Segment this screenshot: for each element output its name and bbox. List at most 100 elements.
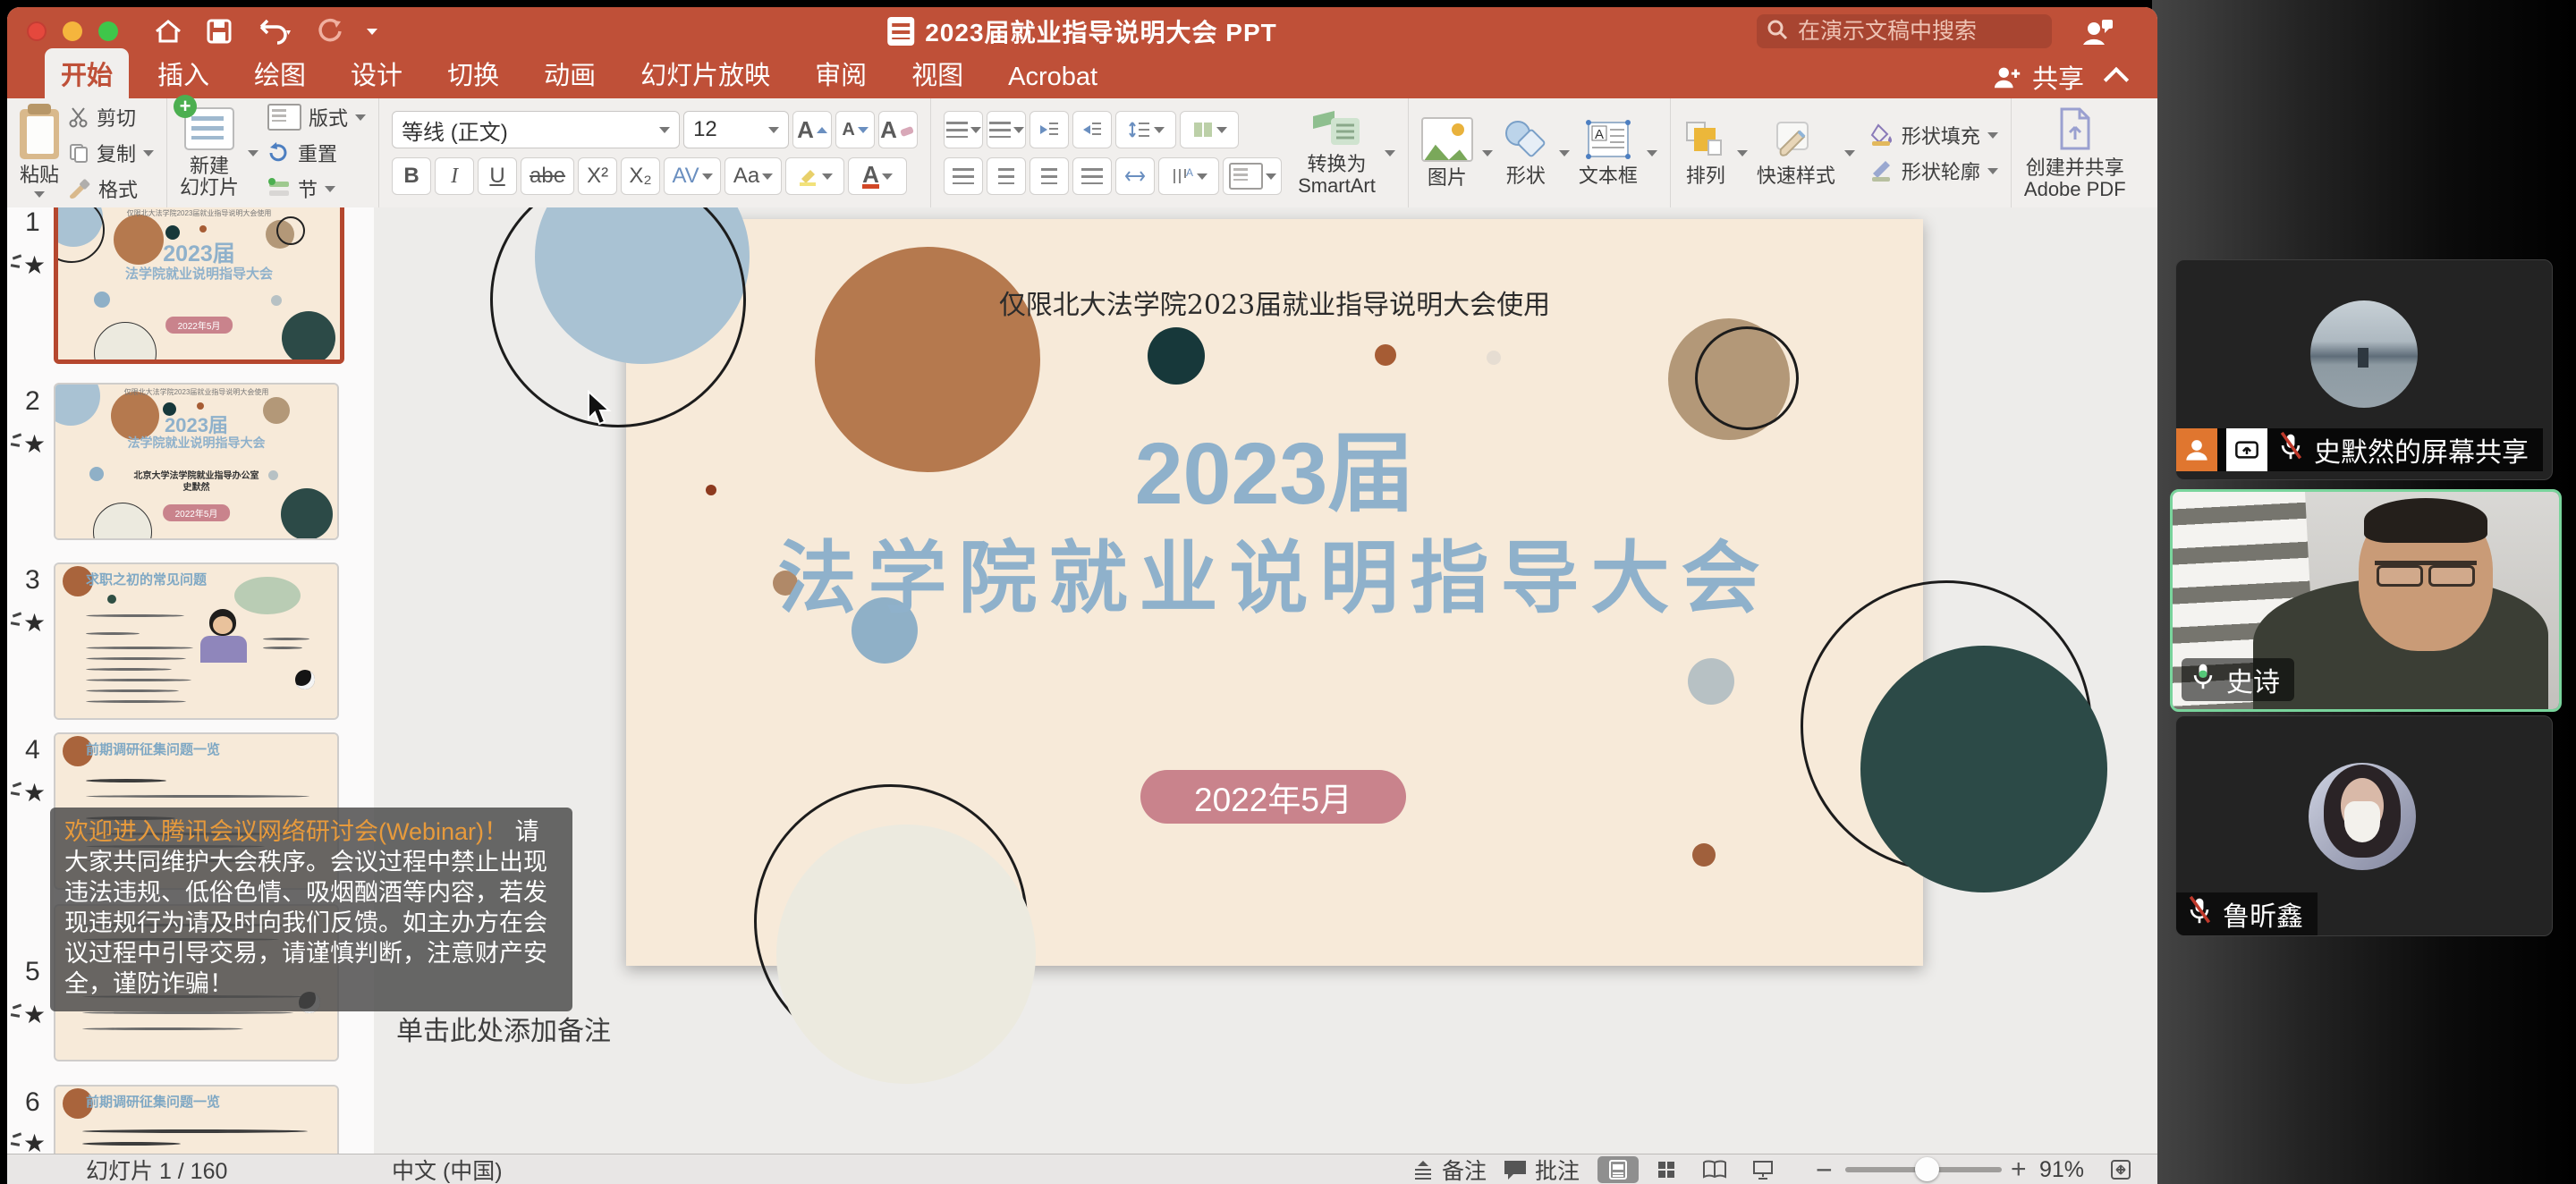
shapes-dropdown-icon[interactable] bbox=[1559, 150, 1570, 156]
textbox-dropdown-icon[interactable] bbox=[1647, 150, 1657, 156]
tab-acrobat[interactable]: Acrobat bbox=[992, 56, 1114, 98]
smartart-dropdown-icon[interactable] bbox=[1385, 150, 1395, 156]
textbox-button[interactable]: A 文本框 bbox=[1579, 119, 1638, 187]
italic-button[interactable]: I bbox=[435, 157, 474, 195]
numbering-button[interactable] bbox=[987, 111, 1026, 148]
slide-date-badge[interactable]: 2022年5月 bbox=[1140, 770, 1406, 824]
search-box[interactable] bbox=[1757, 14, 2052, 48]
slide-thumbnail-3[interactable]: 求职之初的常见问题 bbox=[54, 562, 339, 720]
section-button[interactable]: 节 bbox=[267, 174, 366, 203]
zoom-level[interactable]: 91% bbox=[2039, 1154, 2084, 1184]
tab-draw[interactable]: 绘图 bbox=[238, 48, 322, 98]
copy-dropdown-icon[interactable] bbox=[143, 150, 154, 156]
tab-design[interactable]: 设计 bbox=[335, 48, 419, 98]
reading-view-button[interactable] bbox=[1694, 1156, 1735, 1183]
line-spacing-button[interactable] bbox=[1115, 111, 1176, 148]
slide-thumbnail-2[interactable]: 仅限北大法学院2023届就业指导说明大会使用 2023届 法学院就业说明指导大会… bbox=[54, 383, 339, 540]
superscript-button[interactable]: X² bbox=[578, 157, 617, 195]
shapes-button[interactable]: 形状 bbox=[1502, 119, 1550, 187]
fit-to-window-button[interactable] bbox=[2109, 1154, 2132, 1184]
tab-transitions[interactable]: 切换 bbox=[431, 48, 515, 98]
participant-tile-sharer[interactable]: 史默然的屏幕共享 bbox=[2175, 259, 2553, 480]
underline-button[interactable]: U bbox=[478, 157, 517, 195]
shrink-font-button[interactable]: A bbox=[835, 111, 875, 148]
slide-editing-canvas[interactable]: 仅限北大法学院2023届就业指导说明大会使用 2023届 法学院就业说明指导大会… bbox=[374, 207, 2157, 1154]
quick-styles-dropdown-icon[interactable] bbox=[1844, 150, 1855, 156]
slide-title-line1[interactable]: 2023届 bbox=[626, 402, 1923, 529]
slide-title-line2[interactable]: 法学院就业说明指导大会 bbox=[626, 515, 1923, 629]
tab-slideshow[interactable]: 幻灯片放映 bbox=[624, 48, 786, 98]
zoom-out-button[interactable]: − bbox=[1816, 1154, 1833, 1184]
increase-indent-button[interactable] bbox=[1072, 111, 1112, 148]
bullets-button[interactable] bbox=[944, 111, 983, 148]
slide-thumbnail-1[interactable]: 仅限北大法学院2023届就业指导说明大会使用 2023届 法学院就业说明指导大会… bbox=[54, 207, 344, 364]
cut-button[interactable]: 剪切 bbox=[68, 103, 154, 131]
share-button[interactable]: 共享 bbox=[1993, 58, 2084, 96]
tab-animations[interactable]: 动画 bbox=[528, 48, 612, 98]
tab-review[interactable]: 审阅 bbox=[799, 48, 883, 98]
zoom-slider-track[interactable] bbox=[1845, 1167, 2002, 1172]
decrease-indent-button[interactable] bbox=[1030, 111, 1069, 148]
presence-icon[interactable] bbox=[2080, 14, 2114, 53]
align-left-button[interactable] bbox=[944, 157, 983, 195]
collapse-ribbon-icon[interactable] bbox=[2104, 67, 2129, 92]
tab-view[interactable]: 视图 bbox=[895, 48, 979, 98]
paste-button[interactable]: 粘贴 bbox=[20, 109, 59, 198]
convert-smartart-button[interactable]: 转换为SmartArt bbox=[1298, 109, 1376, 197]
participant-tile-speaker[interactable]: 史诗 bbox=[2170, 489, 2562, 712]
zoom-in-button[interactable]: + bbox=[2011, 1154, 2027, 1184]
quick-access-menu-icon[interactable] bbox=[367, 29, 377, 35]
align-right-button[interactable] bbox=[1030, 157, 1069, 195]
notes-toggle[interactable]: 备注 bbox=[1411, 1154, 1487, 1184]
comments-toggle[interactable]: 批注 bbox=[1503, 1154, 1580, 1184]
picture-button[interactable]: 图片 bbox=[1421, 117, 1473, 189]
align-text-button[interactable] bbox=[1223, 157, 1282, 195]
arrange-dropdown-icon[interactable] bbox=[1737, 150, 1748, 156]
subscript-button[interactable]: X₂ bbox=[621, 157, 660, 195]
save-icon[interactable] bbox=[206, 18, 233, 45]
distribute-button[interactable] bbox=[1115, 157, 1155, 195]
font-size-select[interactable]: 12 bbox=[683, 111, 789, 148]
font-color-button[interactable]: A bbox=[848, 157, 907, 195]
participant-tile-attendee[interactable]: 鲁昕鑫 bbox=[2175, 715, 2553, 936]
slide-sorter-view-button[interactable] bbox=[1646, 1156, 1687, 1183]
fullscreen-button[interactable] bbox=[98, 21, 118, 41]
slideshow-view-button[interactable] bbox=[1742, 1156, 1784, 1183]
undo-icon[interactable] bbox=[256, 18, 293, 45]
change-case-button[interactable]: Aa bbox=[724, 157, 782, 195]
paste-dropdown-icon[interactable] bbox=[34, 191, 45, 198]
arrange-button[interactable]: 排列 bbox=[1683, 119, 1728, 187]
shape-outline-button[interactable]: 形状轮廓 bbox=[1869, 156, 1998, 185]
shape-fill-button[interactable]: 形状填充 bbox=[1869, 121, 1998, 149]
redo-icon[interactable] bbox=[317, 18, 343, 45]
clear-formatting-button[interactable]: A bbox=[878, 111, 918, 148]
slide-usage-note[interactable]: 仅限北大法学院2023届就业指导说明大会使用 bbox=[626, 283, 1923, 322]
format-painter-button[interactable]: 格式 bbox=[68, 174, 154, 203]
search-input[interactable] bbox=[1796, 18, 2014, 46]
grow-font-button[interactable]: A bbox=[792, 111, 832, 148]
minimize-button[interactable] bbox=[63, 21, 82, 41]
align-center-button[interactable] bbox=[987, 157, 1026, 195]
copy-button[interactable]: 复制 bbox=[68, 139, 154, 167]
picture-dropdown-icon[interactable] bbox=[1482, 150, 1493, 156]
layout-dropdown-icon[interactable] bbox=[355, 114, 366, 121]
bold-button[interactable]: B bbox=[392, 157, 431, 195]
create-share-adobe-pdf-button[interactable]: 创建并共享Adobe PDF bbox=[2024, 106, 2126, 200]
tab-insert[interactable]: 插入 bbox=[141, 48, 225, 98]
font-name-select[interactable]: 等线 (正文) bbox=[392, 111, 680, 148]
tab-home[interactable]: 开始 bbox=[45, 48, 129, 98]
new-slide-button[interactable]: 新建幻灯片 bbox=[180, 107, 239, 199]
zoom-slider[interactable] bbox=[1845, 1154, 2002, 1184]
new-slide-dropdown-icon[interactable] bbox=[248, 150, 258, 156]
strikethrough-button[interactable]: abe bbox=[521, 157, 574, 195]
justify-button[interactable] bbox=[1072, 157, 1112, 195]
quick-styles-button[interactable]: 快速样式 bbox=[1757, 119, 1835, 187]
section-dropdown-icon[interactable] bbox=[325, 186, 335, 192]
slide-thumbnail-6[interactable]: 前期调研征集问题一览 bbox=[54, 1085, 339, 1154]
language-indicator[interactable]: 中文 (中国) bbox=[392, 1154, 503, 1184]
home-icon[interactable] bbox=[154, 18, 182, 45]
notes-placeholder[interactable]: 单击此处添加备注 bbox=[396, 1009, 611, 1048]
zoom-slider-thumb[interactable] bbox=[1915, 1157, 1939, 1181]
close-button[interactable] bbox=[27, 21, 47, 41]
normal-view-button[interactable] bbox=[1597, 1156, 1639, 1183]
